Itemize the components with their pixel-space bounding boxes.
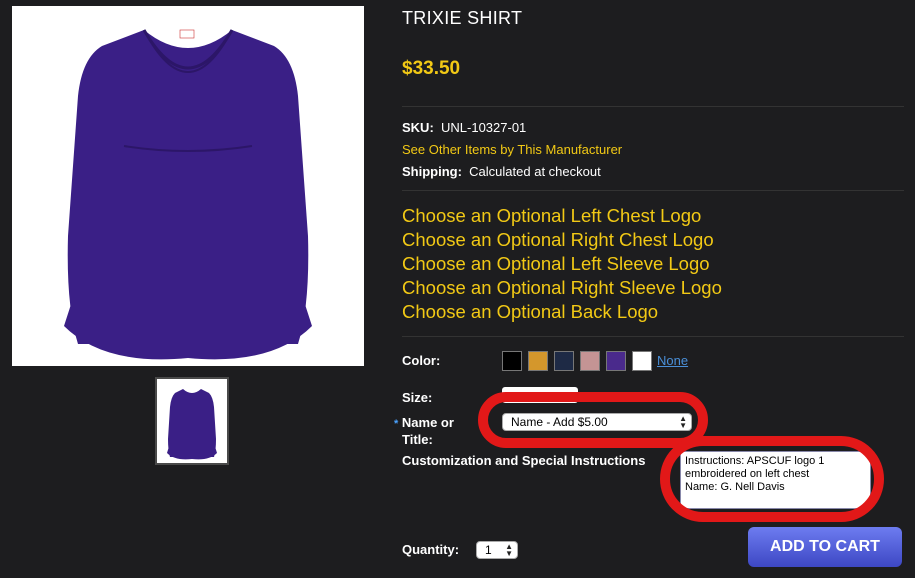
required-marker: *: [394, 418, 399, 430]
color-swatch[interactable]: [528, 351, 548, 371]
manufacturer-row: See Other Items by This Manufacturer: [402, 142, 622, 157]
divider: [402, 106, 904, 107]
sku-row: SKU: UNL-10327-01: [402, 120, 526, 135]
color-swatch[interactable]: [580, 351, 600, 371]
left-sleeve-logo-link[interactable]: Choose an Optional Left Sleeve Logo: [402, 252, 722, 276]
color-label: Color:: [402, 353, 441, 368]
color-swatch[interactable]: [554, 351, 574, 371]
product-price: $33.50: [402, 58, 461, 79]
shirt-illustration: [64, 29, 312, 360]
name-label-line2: Title:: [402, 432, 433, 447]
color-swatch[interactable]: [632, 351, 652, 371]
logo-options: Choose an Optional Left Chest Logo Choos…: [402, 204, 722, 324]
product-main-image[interactable]: [12, 6, 364, 366]
left-chest-logo-link[interactable]: Choose an Optional Left Chest Logo: [402, 204, 722, 228]
quantity-select[interactable]: 1 ▲ ▼: [476, 541, 518, 559]
right-chest-logo-link[interactable]: Choose an Optional Right Chest Logo: [402, 228, 722, 252]
color-none-link[interactable]: None: [657, 353, 688, 368]
back-logo-link[interactable]: Choose an Optional Back Logo: [402, 300, 722, 324]
shipping-label: Shipping:: [402, 164, 462, 179]
customization-label: Customization and Special Instructions: [402, 453, 646, 468]
divider: [402, 336, 904, 337]
quantity-label: Quantity:: [402, 542, 460, 557]
annotation-circle-name: [478, 392, 708, 448]
shipping-value: Calculated at checkout: [469, 164, 601, 179]
product-title: TRIXIE SHIRT: [402, 8, 523, 28]
name-label: * Name or Title:: [394, 415, 454, 448]
select-arrows-icon: ▲ ▼: [505, 542, 513, 558]
size-label: Size:: [402, 390, 433, 405]
manufacturer-link[interactable]: See Other Items by This Manufacturer: [402, 142, 622, 157]
color-swatch[interactable]: [502, 351, 522, 371]
right-sleeve-logo-link[interactable]: Choose an Optional Right Sleeve Logo: [402, 276, 722, 300]
divider: [402, 190, 904, 191]
quantity-value: 1: [485, 543, 492, 557]
name-label-line1: Name or: [401, 415, 454, 430]
product-thumbnail[interactable]: [155, 377, 229, 465]
color-swatch[interactable]: [606, 351, 626, 371]
add-to-cart-button[interactable]: ADD TO CART: [748, 527, 902, 567]
shipping-row: Shipping: Calculated at checkout: [402, 164, 601, 179]
sku-label: SKU:: [402, 120, 434, 135]
annotation-circle-instructions: [660, 436, 884, 522]
sku-value: UNL-10327-01: [441, 120, 527, 135]
shirt-thumbnail-illustration: [167, 389, 217, 460]
